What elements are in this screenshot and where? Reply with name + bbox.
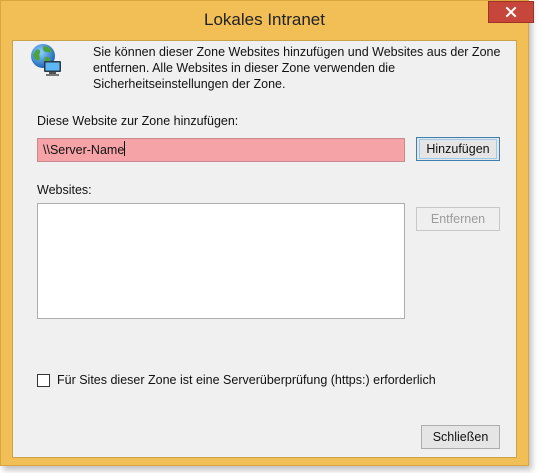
title-bar[interactable]: Lokales Intranet — [1, 1, 528, 39]
add-button[interactable]: Hinzufügen — [416, 137, 500, 161]
window-title: Lokales Intranet — [204, 10, 325, 29]
add-button-label: Hinzufügen — [419, 139, 497, 159]
text-cursor — [124, 141, 126, 156]
websites-list[interactable] — [37, 203, 405, 319]
close-button[interactable]: Schließen — [421, 425, 500, 449]
close-icon — [505, 6, 517, 18]
site-input[interactable]: \\Server-Name — [37, 138, 405, 162]
zone-description-text: Sie können dieser Zone Websites hinzufüg… — [93, 45, 501, 91]
add-site-label: Diese Website zur Zone hinzufügen: — [37, 114, 239, 128]
https-checkbox[interactable] — [37, 374, 50, 387]
site-input-value: \\Server-Name — [43, 143, 125, 157]
remove-button[interactable]: Entfernen — [416, 207, 500, 231]
close-window-button[interactable] — [488, 1, 534, 23]
https-checkbox-label[interactable]: Für Sites dieser Zone ist eine Serverübe… — [57, 373, 436, 387]
websites-label: Websites: — [37, 183, 92, 197]
globe-computer-icon — [31, 44, 61, 76]
